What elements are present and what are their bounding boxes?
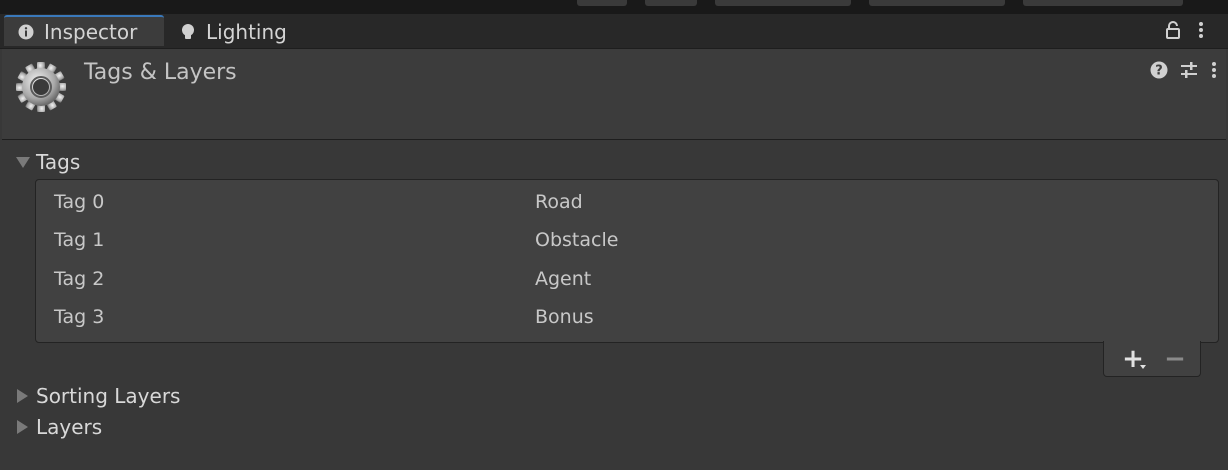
help-icon[interactable]: ?	[1150, 61, 1168, 83]
list-item: Tag 2 Agent	[36, 260, 1218, 298]
tag-value-field[interactable]: Agent	[535, 268, 591, 290]
list-item: Tag 3 Bonus	[36, 298, 1218, 336]
info-icon	[18, 24, 34, 40]
gear-icon	[15, 61, 67, 117]
dropdown-arrow-icon	[1140, 365, 1146, 369]
window-tab-strip: Inspector Lighting	[0, 14, 1228, 49]
tag-name: Tag 0	[54, 191, 105, 213]
lightbulb-icon	[180, 23, 196, 41]
toolbar-button[interactable]	[645, 0, 697, 6]
tag-name: Tag 3	[54, 306, 105, 328]
main-toolbar	[0, 0, 1228, 14]
minus-icon: −	[1164, 344, 1186, 374]
toolbar-dropdown[interactable]	[869, 0, 1005, 6]
toolbar-button[interactable]	[577, 0, 627, 6]
tag-value-field[interactable]: Road	[535, 191, 583, 213]
foldout-label: Tags	[36, 150, 81, 174]
sorting-layers-foldout[interactable]: Sorting Layers	[16, 384, 180, 408]
list-item: Tag 1 Obstacle	[36, 221, 1218, 259]
svg-text:?: ?	[1155, 64, 1163, 79]
foldout-label: Layers	[36, 415, 103, 439]
layers-foldout[interactable]: Layers	[16, 415, 102, 439]
plus-icon: +	[1122, 344, 1144, 374]
list-item: Tag 0 Road	[36, 183, 1218, 221]
kebab-menu-icon[interactable]	[1197, 21, 1205, 39]
lock-icon[interactable]	[1165, 21, 1181, 39]
tab-label: Inspector	[44, 19, 138, 44]
remove-tag-button[interactable]: −	[1160, 344, 1190, 374]
kebab-menu-icon[interactable]	[1210, 61, 1218, 83]
list-footer: + −	[1103, 341, 1201, 377]
add-tag-button[interactable]: +	[1118, 344, 1148, 374]
toolbar-dropdown[interactable]	[715, 0, 851, 6]
chevron-right-icon	[16, 420, 36, 434]
tag-name: Tag 2	[54, 268, 105, 290]
inspector-content: Tags Tag 0 Road Tag 1 Obstacle Tag 2 Age…	[2, 141, 1226, 470]
tag-value-field[interactable]: Obstacle	[535, 229, 618, 251]
foldout-label: Sorting Layers	[36, 384, 181, 408]
tag-value-field[interactable]: Bonus	[535, 306, 594, 328]
tab-label: Lighting	[206, 20, 287, 44]
tag-name: Tag 1	[54, 229, 105, 251]
chevron-right-icon	[16, 389, 36, 403]
toolbar-dropdown[interactable]	[1023, 0, 1183, 6]
chevron-down-icon	[16, 156, 36, 168]
page-title: Tags & Layers	[84, 60, 237, 85]
tags-list: Tag 0 Road Tag 1 Obstacle Tag 2 Agent Ta…	[35, 179, 1219, 343]
tab-inspector[interactable]: Inspector	[4, 15, 164, 46]
tags-foldout[interactable]: Tags	[16, 150, 80, 174]
tab-lighting[interactable]: Lighting	[180, 16, 320, 48]
preset-sliders-icon[interactable]	[1180, 61, 1198, 83]
inspector-header: Tags & Layers ?	[2, 49, 1226, 140]
